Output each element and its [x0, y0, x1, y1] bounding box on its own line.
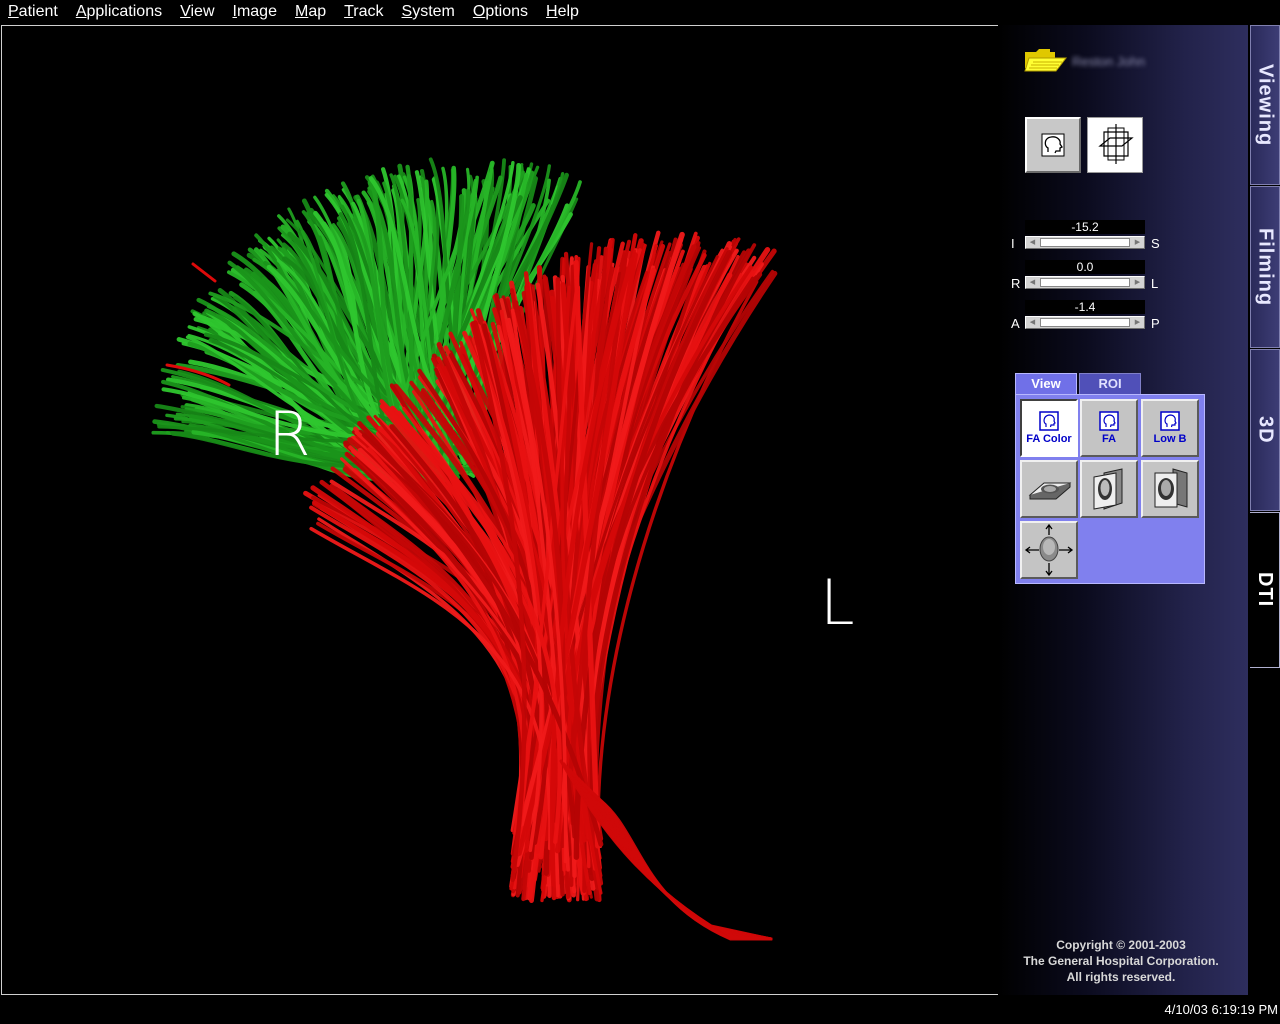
fiber-strand	[577, 777, 773, 941]
sagittal-view-button[interactable]	[1080, 460, 1138, 518]
slider-thumb[interactable]	[1040, 278, 1130, 287]
arrow-left-icon[interactable]: ◀	[1026, 277, 1039, 288]
fiber-strand	[592, 792, 773, 941]
fiber-strand	[598, 798, 773, 941]
arrow-left-icon[interactable]: ◀	[1026, 317, 1039, 328]
axial-slice-icon	[1028, 482, 1072, 500]
copyright-line-3: All rights reserved.	[1066, 970, 1176, 984]
side-tab-bar: Viewing Filming 3D DTI	[1248, 25, 1280, 995]
menu-track[interactable]: Track	[335, 0, 392, 24]
tab-dti[interactable]: DTI	[1250, 512, 1280, 668]
slider-label-s: S	[1151, 236, 1160, 251]
slider-value-ap: -1.4	[1025, 300, 1145, 314]
tab-3d-label: 3D	[1254, 416, 1277, 444]
view-button-panel: FA Color FA Low B	[1015, 394, 1205, 584]
status-datetime: 4/10/03 6:19:19 PM	[1164, 1002, 1278, 1017]
head-outline-icon	[1039, 411, 1059, 431]
menu-view[interactable]: View	[171, 0, 223, 24]
tab-viewing[interactable]: Viewing	[1250, 25, 1280, 185]
fiber-strand	[571, 771, 773, 941]
menu-options[interactable]: Options	[464, 0, 537, 24]
sagittal-slice-icon	[1093, 468, 1123, 510]
arrow-right-icon[interactable]: ▶	[1131, 277, 1144, 288]
fiber-strand	[580, 780, 773, 941]
tab-viewing-label: Viewing	[1254, 63, 1277, 147]
head-outline-icon	[1160, 411, 1180, 431]
slider-ap[interactable]: ◀ ▶	[1025, 316, 1145, 329]
slider-label-p: P	[1151, 316, 1160, 331]
head-outline-icon	[1099, 411, 1119, 431]
tab-view[interactable]: View	[1015, 373, 1077, 395]
fa-label: FA	[1101, 433, 1117, 445]
fiber-strand	[574, 774, 773, 941]
orthogonal-planes-button[interactable]	[1087, 117, 1143, 173]
menu-bar: Patient Applications View Image Map Trac…	[0, 0, 1280, 24]
arrow-right-icon[interactable]: ▶	[1131, 317, 1144, 328]
slider-label-i: I	[1011, 236, 1015, 251]
tab-3d[interactable]: 3D	[1250, 349, 1280, 511]
slider-label-r: R	[1011, 276, 1021, 291]
status-bar: 4/10/03 6:19:19 PM	[0, 996, 1280, 1024]
copyright-line-1: Copyright © 2001-2003	[1056, 938, 1186, 952]
slider-value-rl: 0.0	[1025, 260, 1145, 274]
copyright-notice: Copyright © 2001-2003 The General Hospit…	[998, 937, 1244, 985]
head-rotate-icon	[1024, 523, 1074, 577]
fa-color-label: FA Color	[1026, 433, 1072, 445]
menu-system[interactable]: System	[393, 0, 464, 24]
slider-thumb[interactable]	[1040, 238, 1130, 247]
arrow-right-icon[interactable]: ▶	[1131, 237, 1144, 248]
rotate-head-button[interactable]	[1020, 521, 1078, 579]
fiber-tract-render	[151, 157, 778, 941]
low-b-button[interactable]: Low B	[1141, 399, 1199, 457]
patient-name: Reston John	[1072, 54, 1145, 69]
tab-dti-label: DTI	[1254, 572, 1276, 608]
slider-rl[interactable]: ◀ ▶	[1025, 276, 1145, 289]
slider-label-l: L	[1151, 276, 1159, 291]
menu-patient[interactable]: Patient	[0, 0, 67, 24]
menu-image[interactable]: Image	[224, 0, 286, 24]
head-view-button[interactable]	[1025, 117, 1081, 173]
orthogonal-planes-icon	[1098, 124, 1134, 164]
menu-applications[interactable]: Applications	[67, 0, 171, 24]
copyright-line-2: The General Hospital Corporation.	[1023, 954, 1219, 968]
coronal-slice-icon	[1154, 468, 1188, 508]
low-b-label: Low B	[1153, 433, 1187, 445]
tab-roi[interactable]: ROI	[1079, 373, 1141, 394]
fiber-strand	[586, 786, 773, 941]
menu-map[interactable]: Map	[286, 0, 335, 24]
head-outline-icon	[1041, 133, 1065, 157]
slider-label-a: A	[1011, 316, 1020, 331]
slider-thumb[interactable]	[1040, 318, 1130, 327]
slider-value-is: -15.2	[1025, 220, 1145, 234]
fiber-strand	[583, 783, 773, 941]
fiber-strand	[191, 262, 217, 283]
arrow-left-icon[interactable]: ◀	[1026, 237, 1039, 248]
tab-filming[interactable]: Filming	[1250, 186, 1280, 348]
menu-help[interactable]: Help	[537, 0, 588, 24]
fiber-strand	[595, 795, 773, 941]
fa-color-button[interactable]: FA Color	[1020, 399, 1078, 457]
slider-is[interactable]: ◀ ▶	[1025, 236, 1145, 249]
orientation-label-left: L	[820, 566, 855, 639]
folder-icon[interactable]	[1024, 48, 1068, 72]
fa-button[interactable]: FA	[1080, 399, 1138, 457]
fiber-strand	[589, 789, 773, 941]
axial-view-button[interactable]	[1020, 460, 1078, 518]
tab-filming-label: Filming	[1254, 227, 1277, 307]
coronal-view-button[interactable]	[1141, 460, 1199, 518]
